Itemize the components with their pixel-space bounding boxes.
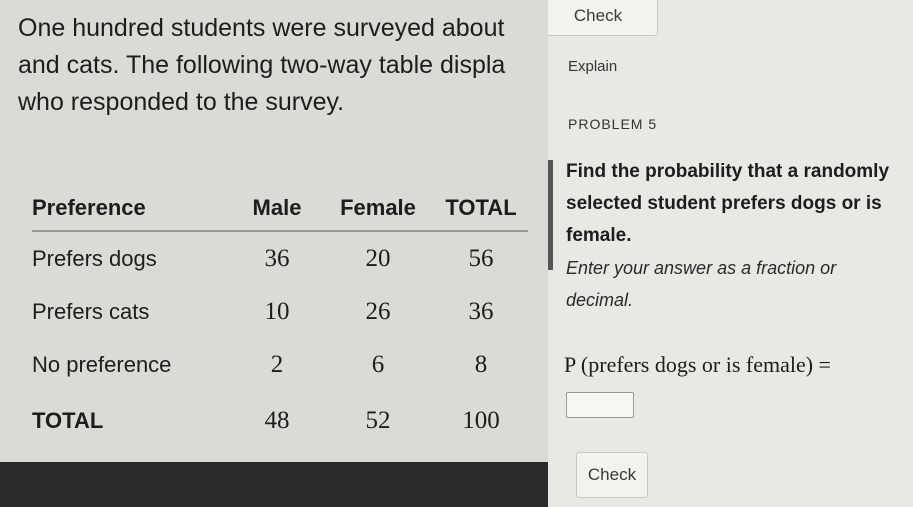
table-row: Prefers dogs 36 20 56 [32, 231, 528, 285]
header-female: Female [322, 186, 434, 232]
probability-expression: P (prefers dogs or is female) = [564, 352, 831, 377]
cell-male: 36 [264, 244, 290, 272]
check-button[interactable]: Check [576, 452, 648, 498]
header-male: Male [232, 186, 322, 232]
cell-total: 56 [468, 244, 494, 272]
problem-text-panel: One hundred students were surveyed about… [0, 0, 548, 462]
intro-line-3: who responded to the survey. [18, 88, 345, 116]
cell-female: 20 [365, 244, 391, 272]
table-row: Prefers cats 10 26 36 [32, 285, 528, 338]
cell-male: 48 [264, 407, 290, 434]
cell-total: 8 [474, 350, 488, 378]
row-label: TOTAL [32, 408, 104, 433]
answer-input[interactable] [566, 392, 634, 418]
problem-label: PROBLEM 5 [568, 116, 658, 132]
table-row-total: TOTAL 48 52 100 [32, 391, 528, 451]
panel-divider[interactable] [548, 160, 553, 270]
explain-link[interactable]: Explain [568, 58, 617, 75]
row-label: No preference [32, 351, 172, 377]
cell-female: 6 [371, 350, 385, 378]
header-total: TOTAL [434, 186, 528, 232]
cell-female: 26 [365, 297, 391, 325]
cell-male: 2 [270, 350, 284, 378]
instructions-text: Enter your answer as a fraction or decim… [566, 258, 837, 310]
row-label: Prefers cats [32, 298, 150, 324]
intro-text: One hundred students were surveyed about… [18, 10, 548, 121]
table-header-row: Preference Male Female TOTAL [32, 186, 528, 232]
header-preference: Preference [32, 186, 232, 232]
question-text: Find the probability that a randomly sel… [566, 161, 890, 246]
intro-line-1: One hundred students were surveyed about [18, 14, 505, 42]
two-way-table: Preference Male Female TOTAL Prefers dog… [32, 186, 528, 451]
intro-line-2: and cats. The following two-way table di… [18, 51, 506, 79]
cell-total: 36 [468, 297, 494, 325]
check-button-top[interactable]: Check [548, 0, 658, 36]
table-row: No preference 2 6 8 [32, 338, 528, 391]
cell-female: 52 [365, 407, 391, 434]
cell-total: 100 [462, 407, 500, 434]
cell-male: 10 [264, 297, 290, 325]
question-panel: Check Explain PROBLEM 5 Find the probabi… [548, 0, 913, 507]
row-label: Prefers dogs [32, 245, 157, 271]
